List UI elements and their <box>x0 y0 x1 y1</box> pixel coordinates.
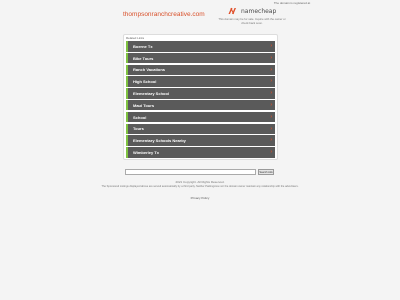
chevron-right-icon: › <box>270 54 272 61</box>
related-links-panel: Related Links Boerne Tx › Bike Tours › Ran… <box>123 34 278 160</box>
brand-name: namecheap <box>241 7 277 15</box>
top-note: The domain is registered at <box>273 1 311 5</box>
search-bar: Search Ads <box>125 169 275 175</box>
search-input[interactable] <box>125 169 256 175</box>
link-label: Tours <box>133 126 144 132</box>
row-accent-bar <box>126 88 128 99</box>
row-accent-bar <box>126 76 128 87</box>
link-item[interactable]: Elementary School › <box>126 88 275 99</box>
chevron-right-icon: › <box>270 90 272 97</box>
copyright-text: 2021 Copyright. All Rights Reserved. <box>175 180 225 184</box>
link-label: Wimberley Tx <box>133 149 159 155</box>
chevron-right-icon: › <box>270 113 272 120</box>
domain-title: thompsonranchcreative.com <box>123 11 205 18</box>
link-label: Elementary School <box>133 90 170 96</box>
row-accent-bar <box>126 123 128 135</box>
chevron-right-icon: › <box>270 125 272 132</box>
chevron-right-icon: › <box>270 137 272 144</box>
chevron-right-icon: › <box>270 78 272 85</box>
links-list: Boerne Tx › Bike Tours › Ranch Vacations › … <box>126 41 275 159</box>
privacy-policy-link[interactable]: Privacy Policy <box>0 196 400 200</box>
link-label: High School <box>133 79 157 85</box>
link-item[interactable]: Boerne Tx › <box>126 41 275 52</box>
link-label: Ranch Vacations <box>133 67 166 73</box>
row-accent-bar <box>126 64 128 76</box>
link-item[interactable]: Ranch Vacations › <box>126 64 275 76</box>
link-label: Boerne Tx <box>133 43 153 49</box>
row-accent-bar <box>126 41 128 52</box>
row-accent-bar <box>126 111 128 123</box>
namecheap-logo-icon <box>228 7 236 15</box>
row-accent-bar <box>126 135 128 146</box>
link-label: School <box>133 114 147 120</box>
chevron-right-icon: › <box>270 43 272 49</box>
link-item[interactable]: High School › <box>126 76 275 87</box>
row-accent-bar <box>126 52 128 64</box>
search-button[interactable]: Search Ads <box>258 169 274 175</box>
link-label: Elementary Schools Nearby <box>133 138 186 144</box>
chevron-right-icon: › <box>270 149 272 156</box>
row-accent-bar <box>126 147 128 158</box>
chevron-right-icon: › <box>270 66 272 73</box>
link-label: Bike Tours <box>133 55 154 61</box>
row-accent-bar <box>126 99 128 111</box>
link-item[interactable]: Maui Tours › <box>126 99 275 111</box>
chevron-right-icon: › <box>270 101 272 108</box>
link-item[interactable]: Wimberley Tx › <box>126 147 275 158</box>
brand[interactable]: namecheap <box>228 6 286 16</box>
link-item[interactable]: Tours › <box>126 123 275 135</box>
link-item[interactable]: Elementary Schools Nearby › <box>126 135 275 146</box>
brand-subtext: This domain may be for sale. Inquire wit… <box>218 17 286 25</box>
disclaimer-text: The Sponsored Listings displayed above a… <box>101 185 299 188</box>
link-item[interactable]: Bike Tours › <box>126 52 275 64</box>
link-item[interactable]: School › <box>126 111 275 123</box>
panel-heading: Related Links <box>126 36 145 40</box>
link-label: Maui Tours <box>133 102 155 108</box>
